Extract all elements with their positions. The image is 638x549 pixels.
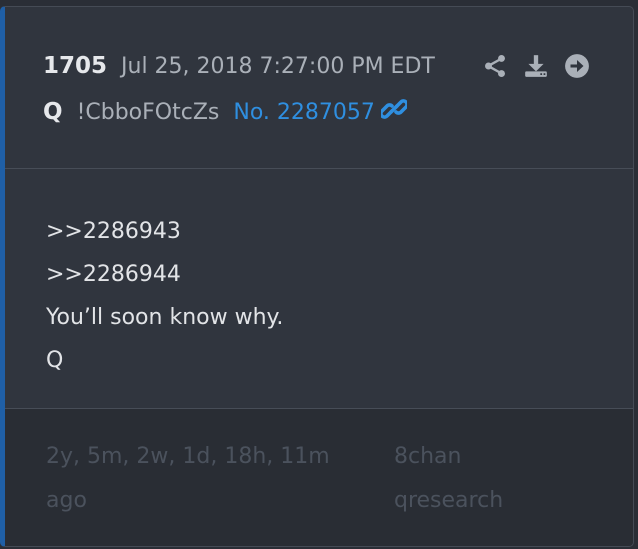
post-number-link-label: No. 2287057	[233, 100, 375, 125]
post-reply-ref-2[interactable]: >>2286944	[46, 262, 181, 287]
post-date: Jul 25, 2018 7:27:00 PM EDT	[121, 54, 435, 79]
post-meta-row: 1705 Jul 25, 2018 7:27:00 PM EDT	[43, 53, 435, 79]
post-tripcode: !CbboFOtcZs	[76, 100, 220, 125]
post-actions	[482, 53, 590, 79]
post-age-line2: ago	[46, 488, 87, 513]
post-board-name: qresearch	[394, 488, 504, 513]
post-number-link[interactable]: No. 2287057	[233, 97, 409, 127]
post-reply-ref-1[interactable]: >>2286943	[46, 219, 181, 244]
download-icon[interactable]	[523, 53, 549, 79]
share-icon[interactable]	[482, 53, 508, 79]
post-header: 1705 Jul 25, 2018 7:27:00 PM EDT Q !Cbbo…	[5, 7, 633, 169]
post-board-site: 8chan	[394, 444, 462, 469]
post-text-line: You’ll soon know why.	[46, 305, 284, 330]
post-age: 2y, 5m, 2w, 1d, 18h, 11m ago	[46, 435, 330, 523]
post-footer: 2y, 5m, 2w, 1d, 18h, 11m ago 8chan qrese…	[5, 408, 633, 546]
post-signature: Q	[46, 348, 64, 373]
post-number: 1705	[43, 53, 108, 79]
post-card: 1705 Jul 25, 2018 7:27:00 PM EDT Q !Cbbo…	[0, 6, 634, 547]
post-author-row: Q !CbboFOtcZs No. 2287057	[43, 97, 409, 127]
post-author: Q	[43, 99, 63, 125]
post-board: 8chan qresearch	[394, 435, 503, 523]
link-icon	[379, 97, 409, 127]
arrow-circle-right-icon[interactable]	[564, 53, 590, 79]
post-body: >>2286943 >>2286944 You’ll soon know why…	[5, 169, 633, 408]
post-age-line1: 2y, 5m, 2w, 1d, 18h, 11m	[46, 444, 330, 469]
